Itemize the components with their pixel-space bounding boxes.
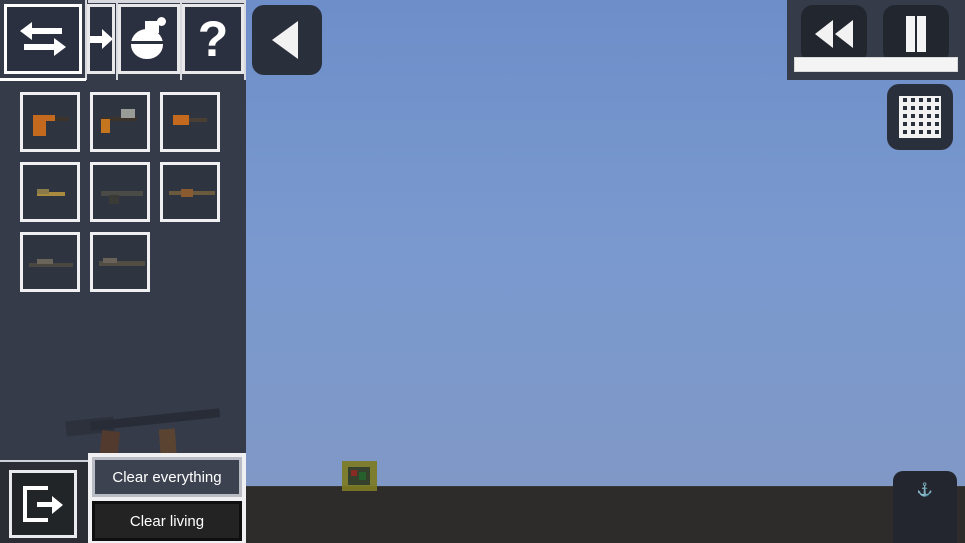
- item-icon-compact-body: [37, 189, 49, 194]
- item-icon-smg-stock: [121, 109, 135, 118]
- clear-living-label: Clear living: [129, 512, 205, 530]
- exit-door-icon: [23, 484, 63, 524]
- bottom-right-panel[interactable]: ⚓: [893, 471, 957, 543]
- clear-everything-button[interactable]: Clear everything: [92, 457, 242, 497]
- crate-entity[interactable]: [342, 461, 377, 491]
- rewind-button[interactable]: [801, 5, 867, 63]
- sidebar-toolbar: ?: [0, 0, 246, 81]
- item-icon-long-stock: [103, 258, 117, 263]
- timeline-scrubber[interactable]: [794, 57, 958, 72]
- inventory-slot-sawed-off-shotgun[interactable]: [160, 92, 220, 152]
- pause-button[interactable]: [883, 5, 949, 63]
- crate-detail-red: [351, 470, 357, 476]
- crate-detail-green: [359, 472, 366, 480]
- item-icon-pistol-grip: [33, 119, 46, 136]
- clear-everything-label: Clear everything: [112, 468, 222, 486]
- exit-zone: [0, 460, 88, 543]
- inventory-slot-long-rifle[interactable]: [90, 232, 150, 292]
- tab-help[interactable]: ?: [182, 4, 244, 74]
- inventory-slot-sniper-rifle[interactable]: [20, 232, 80, 292]
- ground-plane: [246, 486, 965, 543]
- pause-icon-bar-right: [917, 16, 926, 52]
- item-icon-sniper-scope: [37, 259, 53, 264]
- clear-living-button[interactable]: Clear living: [92, 501, 242, 541]
- item-icon-assault-mag: [109, 195, 119, 204]
- inventory-slot-submachine-gun[interactable]: [90, 92, 150, 152]
- tab-swap[interactable]: [4, 4, 82, 74]
- pause-icon-bar-left: [906, 16, 915, 52]
- preview-barrel: [89, 408, 221, 431]
- grenade-icon: [129, 17, 169, 61]
- grid-toggle-button[interactable]: [887, 84, 953, 150]
- tab-grenade[interactable]: [118, 4, 180, 74]
- collapse-sidebar-button[interactable]: [252, 5, 322, 75]
- inventory-slot-pistol[interactable]: [20, 92, 80, 152]
- inventory-grid: [20, 92, 230, 302]
- exit-button[interactable]: [9, 470, 77, 538]
- toolbar-separator-4: [244, 0, 246, 80]
- game-canvas[interactable]: [246, 0, 965, 543]
- question-mark-icon: ?: [197, 11, 229, 67]
- selected-tab-underline: [0, 78, 86, 81]
- inventory-slot-assault-rifle[interactable]: [90, 162, 150, 222]
- swap-arrows-icon: [20, 22, 66, 56]
- inventory-slot-compact-rifle[interactable]: [20, 162, 80, 222]
- item-icon-shotgun-body: [173, 115, 189, 125]
- item-sidebar: ? Clear everything Clear living: [0, 0, 246, 543]
- tab-arrow[interactable]: [87, 4, 115, 74]
- arrow-right-icon: [90, 29, 112, 49]
- item-icon-smg-grip: [101, 119, 110, 133]
- toolbar-top-rule: [88, 0, 246, 3]
- inventory-slot-battle-rifle[interactable]: [160, 162, 220, 222]
- anchor-icon: ⚓: [916, 482, 934, 497]
- item-icon-pistol-body: [33, 115, 55, 121]
- grid-icon: [899, 96, 941, 138]
- transport-controls: [787, 0, 965, 80]
- triangle-left-icon: [272, 21, 298, 59]
- rewind-icon-second: [835, 20, 853, 48]
- preview-stock: [65, 416, 115, 437]
- app-root: ⚓ ? Clear everything Clear living: [0, 0, 965, 543]
- item-icon-assault-barrel: [101, 191, 143, 196]
- item-icon-battle-body: [181, 189, 193, 197]
- rewind-icon: [815, 20, 833, 48]
- clear-menu: Clear everything Clear living: [88, 453, 246, 543]
